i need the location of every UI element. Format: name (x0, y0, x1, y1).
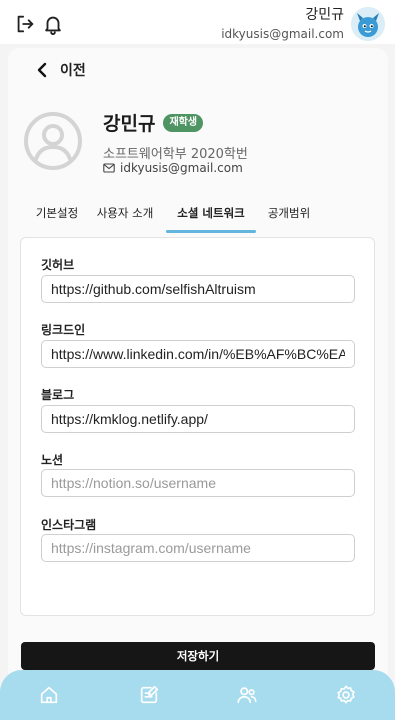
active-tab-indicator (166, 230, 256, 233)
settings-icon[interactable] (335, 684, 357, 706)
profile-department: 소프트웨어학부 2020학번 (103, 147, 248, 162)
status-badge: 재학생 (163, 113, 204, 132)
bell-icon[interactable] (42, 13, 64, 35)
tab-social-network[interactable]: 소셜 네트워크 (166, 205, 256, 233)
tab-visibility[interactable]: 공개범위 (266, 205, 312, 233)
github-input[interactable] (41, 275, 355, 303)
header-user-name: 강민규 (305, 7, 344, 23)
tab-label: 사용자 소개 (96, 206, 154, 220)
back-label: 이전 (60, 63, 86, 79)
edit-document-icon[interactable] (138, 684, 160, 706)
blog-input[interactable] (41, 405, 355, 433)
tab-user-intro[interactable]: 사용자 소개 (96, 205, 154, 233)
top-bar: 강민규 idkyusis@gmail.com (0, 0, 395, 46)
linkedin-label: 링크드인 (41, 323, 86, 337)
profile-avatar-icon (23, 111, 83, 171)
avatar[interactable] (351, 7, 385, 41)
profile-email: idkyusis@gmail.com (120, 161, 243, 175)
profile-email-row: idkyusis@gmail.com (103, 161, 243, 175)
bottom-nav (0, 670, 395, 720)
users-icon[interactable] (236, 684, 258, 706)
linkedin-input[interactable] (41, 340, 355, 368)
back-button[interactable]: 이전 (34, 60, 86, 80)
header-user-email: idkyusis@gmail.com (221, 27, 344, 41)
github-label: 깃허브 (41, 258, 75, 272)
profile-name: 강민규 (103, 113, 156, 135)
save-button[interactable]: 저장하기 (21, 642, 375, 670)
notion-label: 노션 (41, 453, 64, 467)
chevron-left-icon (37, 62, 47, 78)
instagram-label: 인스타그램 (41, 518, 97, 532)
tab-basic-settings[interactable]: 기본설정 (33, 205, 81, 233)
notion-input[interactable] (41, 469, 355, 497)
tab-label: 기본설정 (35, 206, 79, 220)
instagram-input[interactable] (41, 534, 355, 562)
profile-name-row: 강민규 재학생 (103, 109, 204, 136)
tab-label: 공개범위 (267, 206, 311, 220)
home-icon[interactable] (38, 684, 60, 706)
blog-label: 블로그 (41, 388, 75, 402)
social-links-form: 깃허브 링크드인 블로그 노션 인스타그램 (20, 237, 375, 616)
logout-icon[interactable] (14, 13, 36, 35)
tab-label: 소셜 네트워크 (177, 206, 245, 220)
header-user-info: 강민규 idkyusis@gmail.com (221, 6, 344, 42)
mail-icon (103, 163, 115, 173)
